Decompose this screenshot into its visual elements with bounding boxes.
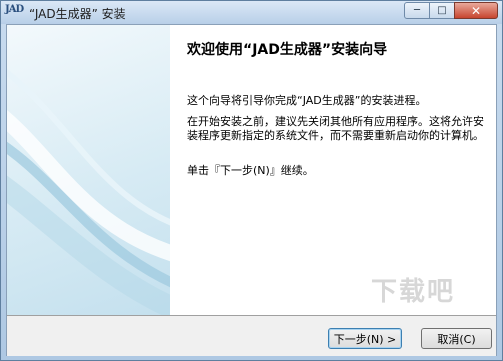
advice-text: 在开始安装之前，建议先关闭其他所有应用程序。这将允许安装程序更新指定的系统文件，… xyxy=(187,115,484,142)
maximize-icon: □ xyxy=(437,5,447,16)
page-title: 欢迎使用“JAD生成器”安装向导 xyxy=(187,42,388,58)
installer-window: JAD “JAD生成器” 安装 ─ □ ✕ 欢迎使用“JAD生成器”安装向导 这… xyxy=(0,0,503,361)
cancel-button[interactable]: 取消(C) xyxy=(421,328,492,349)
instruction-text: 单击『下一步(N)』继续。 xyxy=(187,164,314,177)
button-bar: 下一步(N) > 取消(C) xyxy=(7,315,496,356)
banner-swoosh-graphic xyxy=(7,68,170,315)
minimize-button[interactable]: ─ xyxy=(404,2,430,19)
title-bar[interactable]: JAD “JAD生成器” 安装 ─ □ ✕ xyxy=(1,1,502,24)
wizard-banner-image xyxy=(7,25,170,315)
close-button[interactable]: ✕ xyxy=(454,2,498,19)
watermark-logo: 下载吧 xyxy=(371,277,456,307)
close-icon: ✕ xyxy=(470,3,482,18)
app-icon: JAD xyxy=(5,4,24,15)
next-button[interactable]: 下一步(N) > xyxy=(328,328,402,349)
window-title: “JAD生成器” 安装 xyxy=(29,7,126,21)
maximize-button[interactable]: □ xyxy=(429,2,455,19)
minimize-icon: ─ xyxy=(413,5,421,16)
intro-text: 这个向导将引导你完成“JAD生成器”的安装进程。 xyxy=(187,94,427,107)
